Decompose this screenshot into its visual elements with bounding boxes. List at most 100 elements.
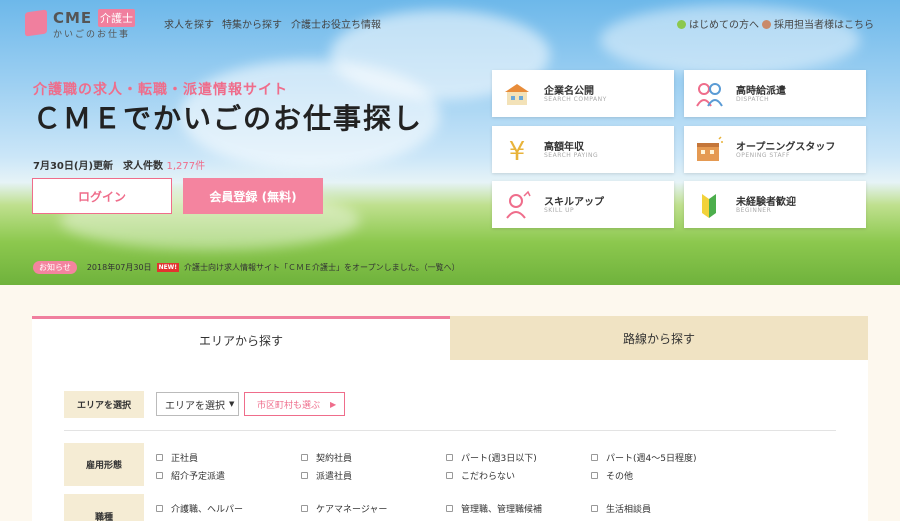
tile-dispatch-title: 高時給派遣 xyxy=(736,86,786,97)
job-option-label: 介護職、ヘルパー xyxy=(171,505,244,515)
nav-feature-search[interactable]: 特集から探す xyxy=(222,16,282,31)
employment-option-label: パート(週3日以下) xyxy=(461,454,537,464)
job-option[interactable]: ケアマネージャー xyxy=(301,502,387,515)
employment-option[interactable]: パート(週4〜5日程度) xyxy=(591,451,696,464)
news-text[interactable]: 介護士向け求人情報サイト「ＣＭＥ介護士」をオープンしました。（一覧へ） xyxy=(184,262,460,273)
checkbox[interactable] xyxy=(301,472,308,479)
recruiter-label: 採用担当者様はこちら xyxy=(774,20,874,31)
nav-job-search[interactable]: 求人を探す xyxy=(164,16,214,31)
search-tabs: エリアから探す 路線から探す xyxy=(32,316,868,361)
employment-option[interactable]: 契約社員 xyxy=(301,451,352,464)
employment-option-label: 正社員 xyxy=(171,454,199,464)
checkbox[interactable] xyxy=(446,472,453,479)
checkbox[interactable] xyxy=(156,505,163,512)
tab-area-search[interactable]: エリアから探す xyxy=(32,316,450,361)
site-logo[interactable]: CME 介護士 かいごのお仕事 xyxy=(25,9,145,40)
arrow-right-icon: ▶ xyxy=(330,399,337,409)
logo-cube-icon xyxy=(25,9,47,37)
checkbox[interactable] xyxy=(591,472,598,479)
beginner-mark-icon xyxy=(702,194,716,218)
employment-option-label: こだわらない xyxy=(461,472,516,482)
employment-option[interactable]: 紹介予定派遣 xyxy=(156,469,225,482)
employment-option-label: 契約社員 xyxy=(316,454,353,464)
news-badge: お知らせ xyxy=(33,260,77,274)
hero-headline: ＣＭＥでかいごのお仕事探し xyxy=(33,102,424,135)
checkbox[interactable] xyxy=(156,472,163,479)
search-panel: エリアを選択 エリアを選択 ▼ 市区町村も選ぶ ▶ 雇用形態 正社員 契約社員 … xyxy=(32,360,868,521)
logo-kaigo: 介護士 xyxy=(98,9,135,27)
tile-company-title: 企業名公開 xyxy=(544,86,594,97)
job-type-label: 職種 xyxy=(64,494,144,521)
recruiter-link[interactable]: 採用担当者様はこちら xyxy=(762,16,874,31)
hero-banner: CME 介護士 かいごのお仕事 求人を探す 特集から探す 介護士お役立ち情報 は… xyxy=(0,0,900,285)
tab-line-search[interactable]: 路線から探す xyxy=(450,316,868,361)
nav-useful-info[interactable]: 介護士お役立ち情報 xyxy=(291,16,381,31)
employment-option-label: 派遣社員 xyxy=(316,472,353,482)
employment-option[interactable]: パート(週3日以下) xyxy=(446,451,537,464)
tile-beginner-sub: BEGINNER xyxy=(736,207,772,214)
tile-high-pay-sub: SEARCH PAYING xyxy=(544,152,599,159)
login-button[interactable]: ログイン xyxy=(32,178,172,214)
tile-high-pay-title: 高額年収 xyxy=(544,142,584,153)
checkbox[interactable] xyxy=(301,505,308,512)
employment-option-label: その他 xyxy=(606,472,634,482)
employment-option[interactable]: 派遣社員 xyxy=(301,469,352,482)
checkbox[interactable] xyxy=(591,454,598,461)
tile-dispatch[interactable]: 高時給派遣 DISPATCH xyxy=(684,70,866,117)
skillup-person-icon xyxy=(506,190,531,219)
job-option[interactable]: 介護職、ヘルパー xyxy=(156,502,243,515)
city-select-button[interactable]: 市区町村も選ぶ ▶ xyxy=(244,392,345,416)
divider xyxy=(64,430,836,431)
tile-dispatch-sub: DISPATCH xyxy=(736,96,770,103)
employment-option[interactable]: こだわらない xyxy=(446,469,515,482)
tile-high-pay[interactable]: ¥ 高額年収 SEARCH PAYING xyxy=(492,126,674,173)
job-option-label: ケアマネージャー xyxy=(316,505,388,515)
employment-option-label: パート(週4〜5日程度) xyxy=(606,454,697,464)
job-option[interactable]: 生活相談員 xyxy=(591,502,651,515)
news-bar: お知らせ 2018年07月30日 NEW! 介護士向け求人情報サイト「ＣＭＥ介護… xyxy=(33,260,460,274)
update-info: 7月30日(月)更新 求人件数 1,277件 xyxy=(33,157,205,172)
city-select-label: 市区町村も選ぶ xyxy=(257,400,321,411)
job-option[interactable]: 管理職、管理職候補 xyxy=(446,502,542,515)
checkbox[interactable] xyxy=(301,454,308,461)
yen-icon: ¥ xyxy=(509,137,526,165)
tile-skill-up-sub: SKILL UP xyxy=(544,207,575,214)
area-label: エリアを選択 xyxy=(64,391,144,418)
opening-house-icon xyxy=(697,136,723,161)
checkbox[interactable] xyxy=(446,505,453,512)
job-option-label: 生活相談員 xyxy=(606,505,652,515)
site-header: CME 介護士 かいごのお仕事 求人を探す 特集から探す 介護士お役立ち情報 は… xyxy=(0,0,900,44)
checkbox[interactable] xyxy=(446,454,453,461)
tile-company-sub: SEARCH COMPANY xyxy=(544,96,607,103)
person-icon xyxy=(762,20,771,29)
hero-tagline: 介護職の求人・転職・派遣情報サイト xyxy=(33,82,288,98)
job-option-label: 管理職、管理職候補 xyxy=(461,505,543,515)
tile-opening-title: オープニングスタッフ xyxy=(736,142,836,153)
dropdown-arrow-icon: ▼ xyxy=(229,400,235,408)
beginner-leaf-icon xyxy=(677,20,686,29)
tile-opening-sub: OPENING STAFF xyxy=(736,152,790,159)
company-building-icon xyxy=(505,84,529,105)
checkbox[interactable] xyxy=(591,505,598,512)
area-select[interactable]: エリアを選択 ▼ xyxy=(156,392,239,416)
employment-option[interactable]: 正社員 xyxy=(156,451,198,464)
update-date: 7月30日(月)更新 求人件数 xyxy=(33,161,164,172)
news-date: 2018年07月30日 xyxy=(86,262,152,272)
employment-option-label: 紹介予定派遣 xyxy=(171,472,226,482)
tile-skill-up-title: スキルアップ xyxy=(544,197,604,208)
tile-skill-up[interactable]: スキルアップ SKILL UP xyxy=(492,181,674,228)
svg-text:¥: ¥ xyxy=(509,137,526,165)
area-select-value: エリアを選択 xyxy=(165,400,225,412)
first-time-label: はじめての方へ xyxy=(689,20,759,31)
tile-opening[interactable]: オープニングスタッフ OPENING STAFF xyxy=(684,126,866,173)
first-time-link[interactable]: はじめての方へ xyxy=(677,16,759,31)
tile-company[interactable]: 企業名公開 SEARCH COMPANY xyxy=(492,70,674,117)
employment-option[interactable]: その他 xyxy=(591,469,633,482)
logo-cme: CME xyxy=(53,9,93,27)
employment-label: 雇用形態 xyxy=(64,443,144,486)
register-button[interactable]: 会員登録 (無料) xyxy=(183,178,323,214)
tile-beginner[interactable]: 未経験者歓迎 BEGINNER xyxy=(684,181,866,228)
tile-beginner-title: 未経験者歓迎 xyxy=(736,197,796,208)
checkbox[interactable] xyxy=(156,454,163,461)
new-badge: NEW! xyxy=(156,262,180,272)
